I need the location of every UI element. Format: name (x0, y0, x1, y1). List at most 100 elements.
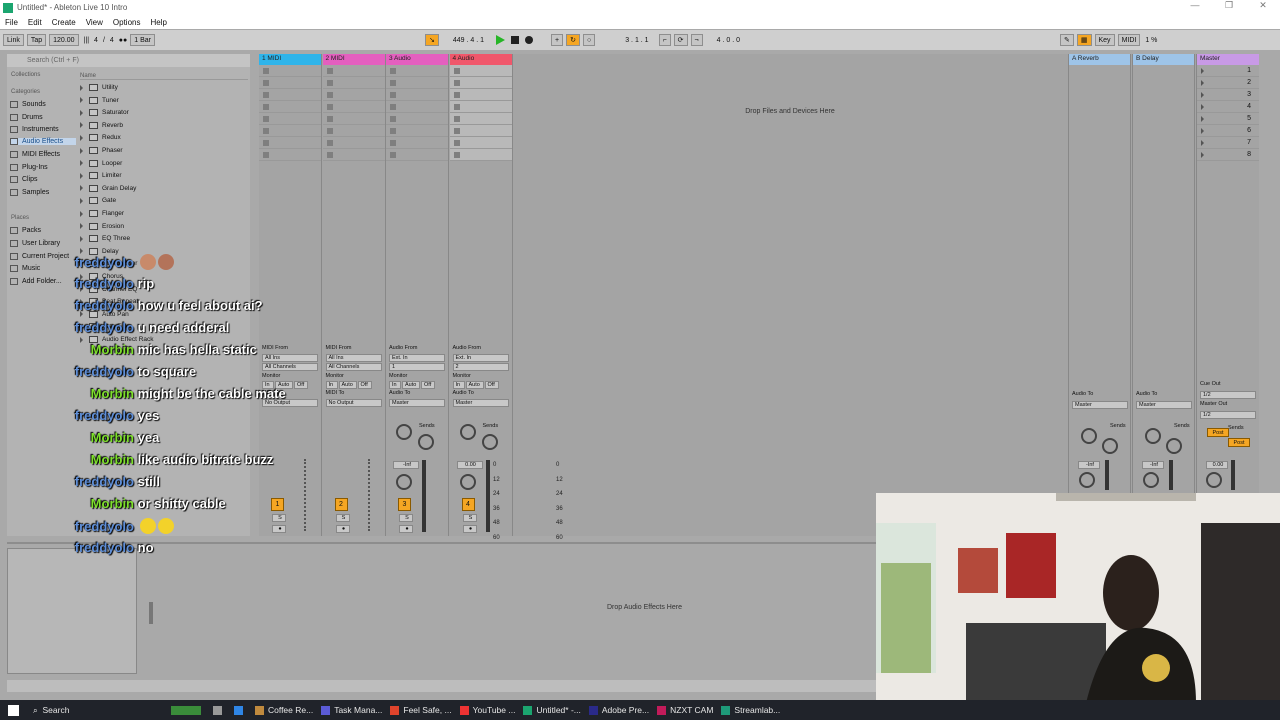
clip-stop-icon[interactable] (326, 115, 333, 122)
clip-slot[interactable] (386, 125, 448, 137)
menu-file[interactable]: File (5, 18, 18, 27)
clip-slot[interactable] (449, 113, 512, 125)
browser-item[interactable]: Limiter (80, 172, 122, 180)
return-output-select[interactable]: Master (1136, 401, 1192, 409)
scene-play-icon[interactable] (1201, 151, 1204, 158)
output-type-select[interactable]: Master (452, 399, 509, 407)
taskbar-app-button[interactable]: Coffee Re... (255, 705, 313, 715)
clip-slot[interactable] (259, 113, 321, 125)
category-plugins[interactable]: Plug-Ins (10, 164, 48, 171)
clip-slot[interactable] (259, 65, 321, 77)
quantize-select[interactable]: 1 Bar (130, 34, 155, 46)
draw-mode-button[interactable]: ✎ (1060, 34, 1074, 46)
signature-denominator[interactable]: 4 (110, 37, 114, 44)
clip-stop-icon[interactable] (453, 79, 460, 86)
input-channel-select[interactable]: 1 (389, 363, 445, 371)
return-send-b-knob[interactable] (1102, 438, 1118, 454)
minimize-button[interactable]: — (1178, 0, 1212, 11)
stop-icon[interactable] (511, 36, 520, 44)
menu-help[interactable]: Help (150, 18, 166, 27)
taskbar-search[interactable]: ⌕ Search (33, 705, 163, 716)
solo-button[interactable]: S (462, 514, 477, 522)
play-icon[interactable] (496, 35, 506, 45)
clip-slot[interactable] (386, 65, 448, 77)
taskbar-app-button[interactable]: Feel Safe, ... (390, 705, 452, 715)
computer-keyboard-button[interactable]: ▦ (1076, 34, 1092, 46)
browser-item[interactable]: Grain Delay (80, 184, 136, 192)
clip-stop-icon[interactable] (263, 79, 269, 86)
menu-options[interactable]: Options (113, 18, 141, 27)
category-audio-effects[interactable]: Audio Effects (10, 138, 76, 145)
monitor-auto-button[interactable]: Auto (465, 381, 484, 389)
return-send-b-knob[interactable] (1166, 438, 1182, 454)
scene-launch-button[interactable]: 2 (1197, 77, 1259, 89)
windows-start-icon[interactable] (8, 704, 19, 716)
tap-tempo-button[interactable]: Tap (26, 34, 47, 46)
clip-stop-icon[interactable] (326, 103, 333, 110)
category-instruments[interactable]: Instruments (10, 126, 59, 133)
post-button[interactable]: Post (1207, 428, 1229, 437)
clip-stop-icon[interactable] (263, 91, 269, 98)
groove-icon[interactable]: ●● (119, 37, 127, 44)
expand-arrow-icon[interactable] (80, 84, 83, 91)
expand-arrow-icon[interactable] (80, 197, 83, 204)
master-volume-value[interactable]: 0.00 (1206, 461, 1228, 469)
clip-slot[interactable] (259, 125, 321, 137)
taskbar-app-button[interactable]: Task Mana... (321, 705, 382, 715)
track-activator-button[interactable]: 4 (461, 498, 475, 511)
browser-item[interactable]: Flanger (80, 210, 124, 217)
clip-slot[interactable] (449, 137, 512, 149)
input-type-select[interactable]: Ext. In (452, 354, 509, 362)
browser-item[interactable]: Reverb (80, 121, 123, 129)
track-title[interactable]: 4 Audio (449, 54, 512, 65)
link-button[interactable]: Link (3, 34, 24, 46)
browser-item[interactable]: EQ Three (80, 235, 130, 243)
clip-slot[interactable] (449, 77, 512, 89)
return-track-title[interactable]: B Delay (1133, 54, 1194, 65)
input-channel-select[interactable]: 2 (452, 363, 509, 371)
monitor-in-button[interactable]: In (389, 381, 401, 389)
clip-stop-icon[interactable] (390, 139, 396, 146)
clip-stop-icon[interactable] (453, 127, 460, 134)
menu-create[interactable]: Create (52, 18, 76, 27)
taskbar-app-button[interactable]: Adobe Pre... (588, 705, 649, 715)
metronome-icon[interactable]: ||| (84, 37, 89, 44)
clip-stop-icon[interactable] (263, 139, 269, 146)
clip-stop-icon[interactable] (326, 151, 333, 158)
task-view-icon[interactable] (213, 705, 222, 715)
clip-slot[interactable] (322, 65, 385, 77)
category-drums[interactable]: Drums (10, 114, 43, 121)
return-track-title[interactable]: A Reverb (1069, 54, 1130, 65)
scene-play-icon[interactable] (1201, 67, 1204, 74)
volume-value[interactable]: -Inf (393, 461, 419, 469)
clip-stop-icon[interactable] (326, 79, 333, 86)
master-volume-knob[interactable] (1206, 472, 1222, 488)
scene-launch-button[interactable]: 5 (1197, 113, 1259, 125)
track-activator-button[interactable]: 3 (398, 498, 411, 511)
clip-slot[interactable] (386, 137, 448, 149)
signature-numerator[interactable]: 4 (94, 37, 98, 44)
session-record-button[interactable]: ○ (582, 34, 596, 46)
clip-slot[interactable] (449, 65, 512, 77)
expand-arrow-icon[interactable] (80, 147, 83, 154)
arm-button[interactable]: ● (462, 525, 477, 533)
expand-arrow-icon[interactable] (80, 109, 83, 116)
clip-stop-icon[interactable] (453, 151, 460, 158)
browser-item[interactable]: Tuner (80, 96, 119, 104)
browser-search-input[interactable]: Search (Ctrl + F) (7, 54, 250, 67)
clip-slot[interactable] (259, 77, 321, 89)
send-b-knob[interactable] (418, 434, 434, 450)
add-folder-button[interactable]: Add Folder... (10, 278, 62, 285)
output-type-select[interactable]: No Output (325, 399, 382, 407)
tempo-field[interactable]: 120.00 (49, 34, 79, 46)
cue-out-select[interactable]: 1/2 (1200, 391, 1256, 399)
clip-stop-icon[interactable] (390, 79, 396, 86)
master-out-select[interactable]: 1/2 (1200, 411, 1256, 419)
place-music[interactable]: Music (10, 265, 40, 272)
monitor-auto-button[interactable]: Auto (338, 381, 357, 389)
monitor-in-button[interactable]: In (325, 381, 338, 389)
clip-stop-icon[interactable] (326, 67, 333, 74)
post-button-2[interactable]: Post (1228, 438, 1250, 447)
scene-launch-button[interactable]: 7 (1197, 137, 1259, 149)
clip-stop-icon[interactable] (453, 139, 460, 146)
